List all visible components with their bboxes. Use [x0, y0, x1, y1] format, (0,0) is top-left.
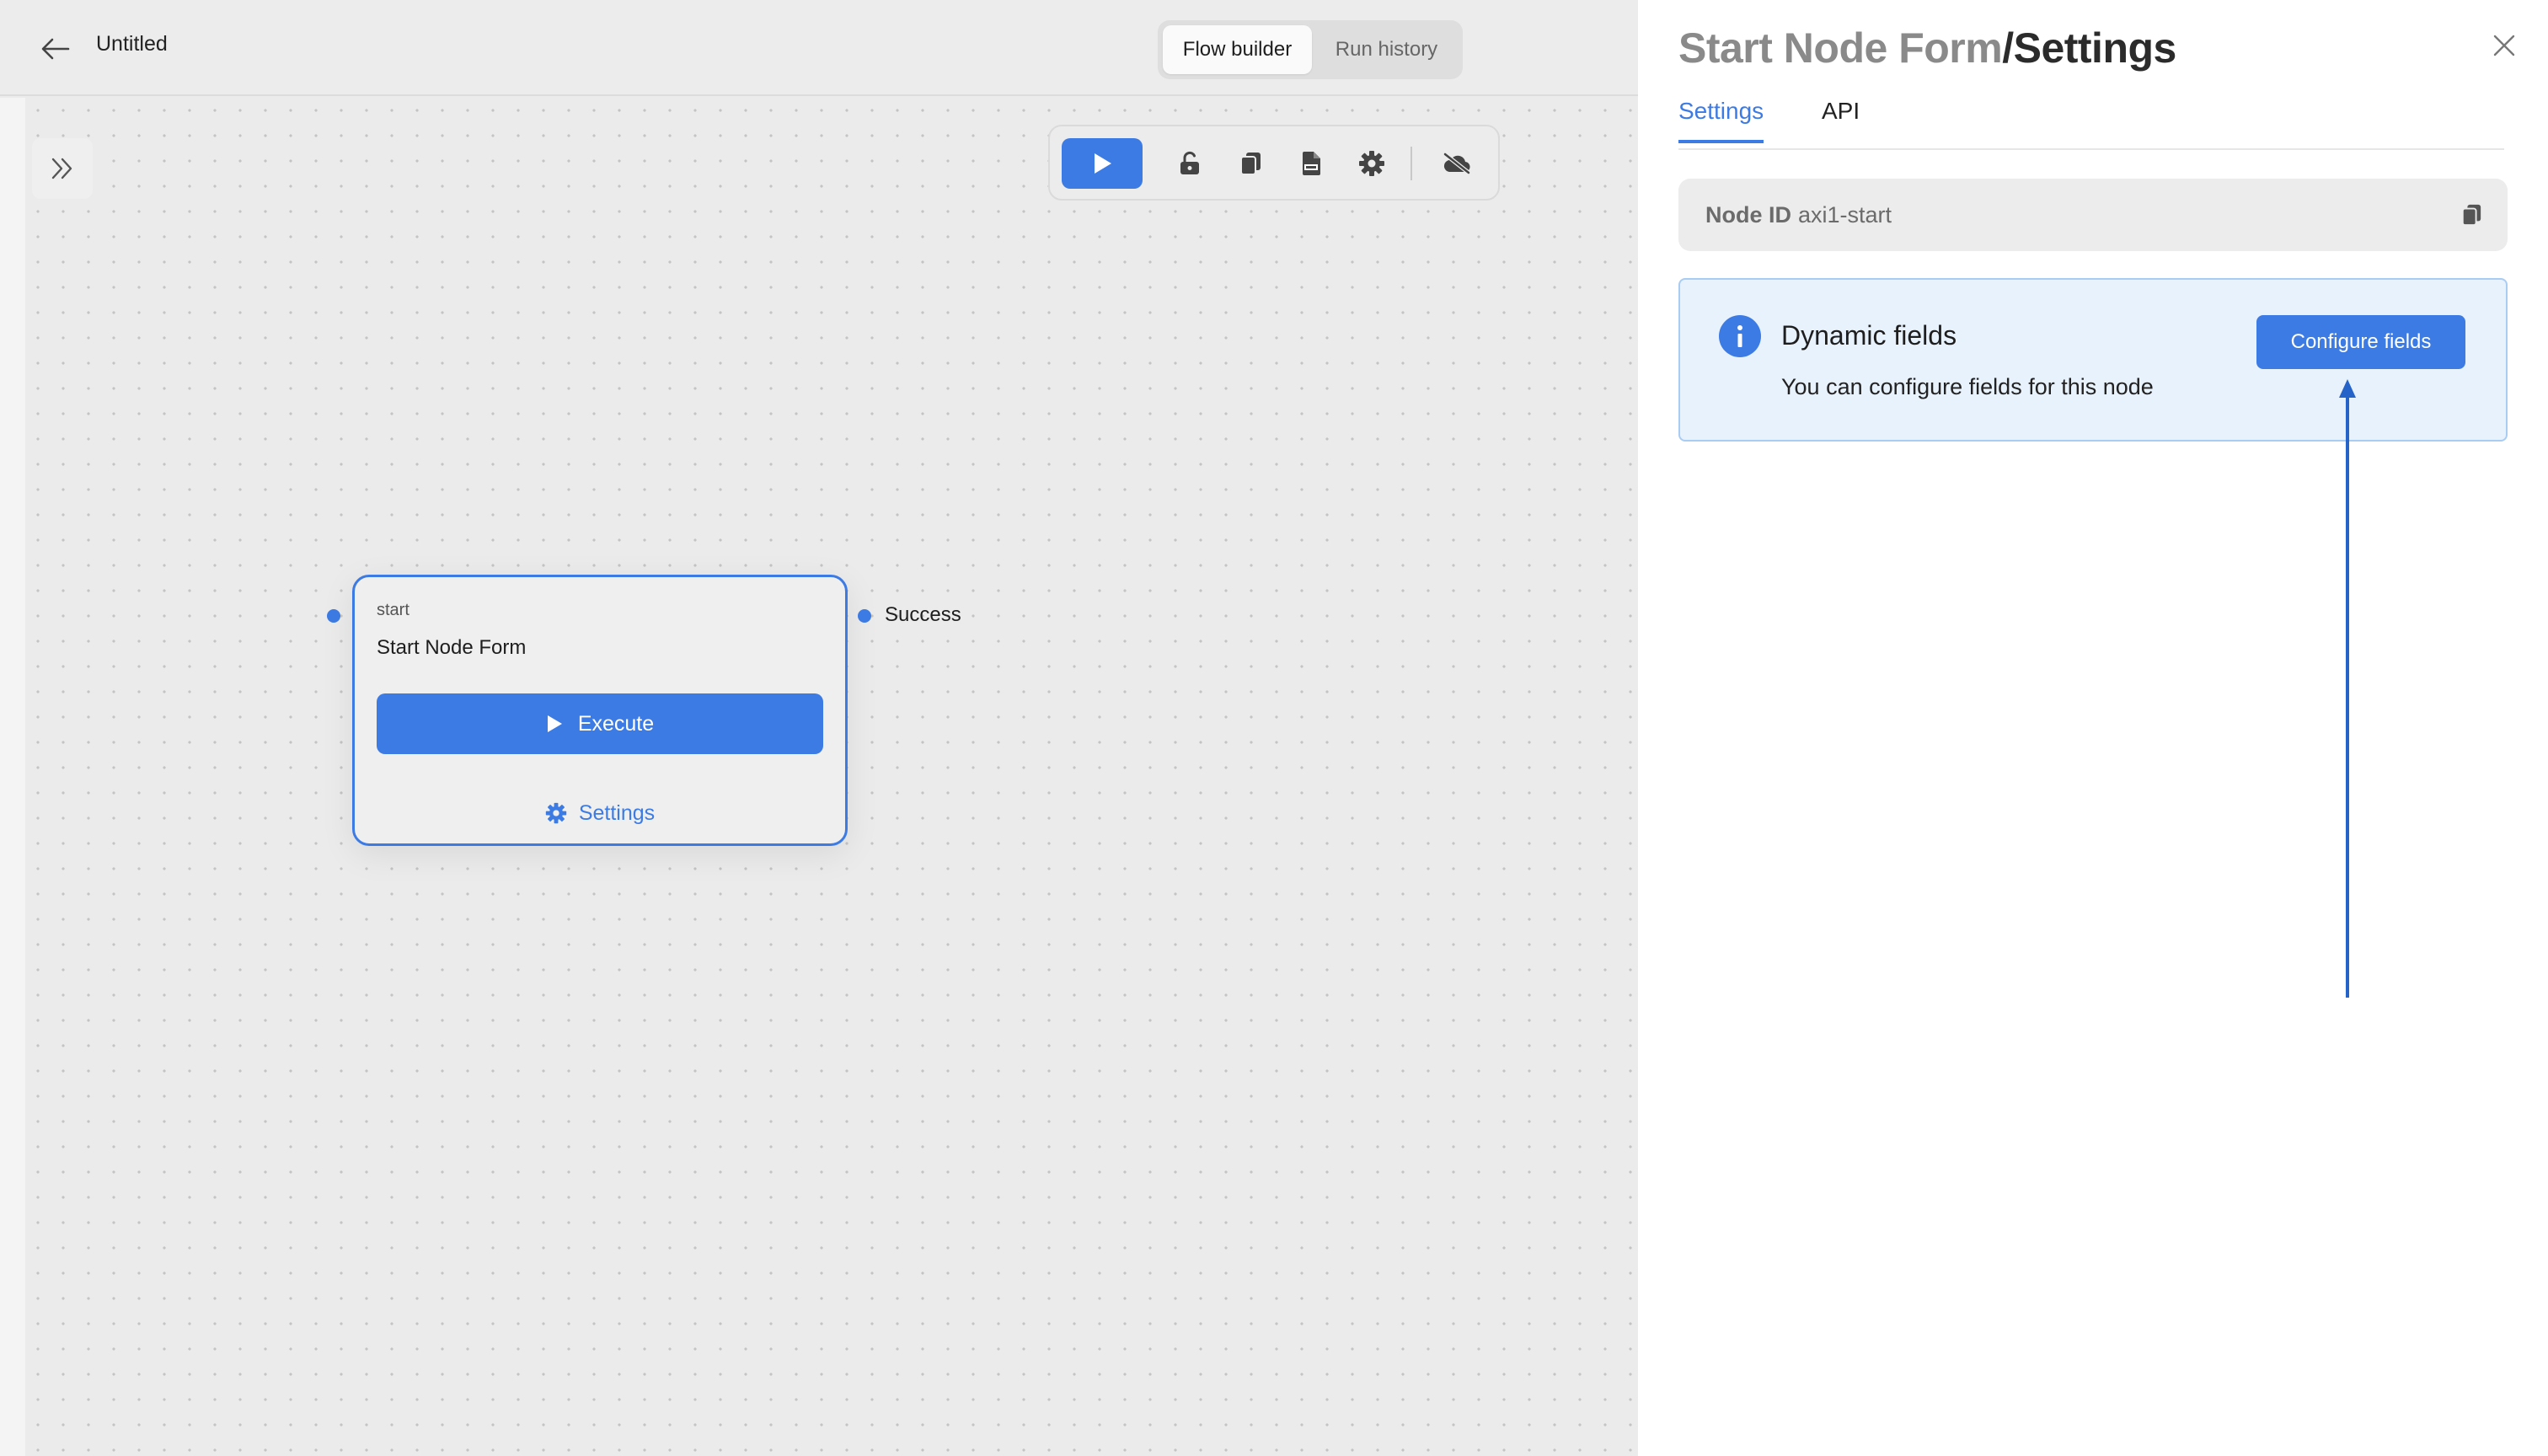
dynamic-fields-title: Dynamic fields: [1781, 320, 1957, 351]
execute-button[interactable]: Execute: [377, 693, 823, 754]
copy-icon: [1240, 153, 1261, 175]
node-name: Start Node Form: [377, 636, 527, 659]
logs-button[interactable]: [1286, 138, 1336, 189]
canvas-toolbar: [1048, 125, 1500, 201]
node-id-value: axi1-start: [1798, 202, 1892, 228]
play-icon: [547, 715, 562, 732]
info-icon: [1719, 315, 1761, 357]
tab-settings[interactable]: Settings: [1678, 98, 1764, 143]
top-bar: Untitled Flow builder Run history: [0, 0, 1638, 96]
copy-icon: [2461, 204, 2481, 226]
log-file-icon: [1303, 152, 1320, 175]
panel-title-section: /Settings: [2002, 24, 2176, 72]
node-type-label: start: [377, 601, 410, 619]
panel-tabs: Settings API: [1678, 94, 2504, 150]
node-settings-link[interactable]: Settings: [355, 796, 845, 830]
close-icon: [2493, 35, 2515, 56]
node-settings-label: Settings: [578, 800, 656, 825]
play-icon: [1095, 153, 1111, 174]
node-input-handle[interactable]: [327, 609, 340, 623]
gear-icon: [545, 802, 567, 824]
close-panel-button[interactable]: [2487, 29, 2521, 62]
flow-node-start[interactable]: start Start Node Form Execute Settings: [352, 575, 848, 846]
duplicate-button[interactable]: [1225, 138, 1276, 189]
annotation-arrow-up-icon: [2339, 379, 2356, 998]
mode-switch: Flow builder Run history: [1158, 20, 1463, 79]
hide-button[interactable]: [1427, 138, 1486, 189]
node-output-handle[interactable]: [858, 609, 871, 623]
cloud-off-icon: [1443, 152, 1471, 175]
dynamic-fields-callout: Dynamic fields You can configure fields …: [1678, 278, 2508, 442]
arrow-left-icon: [41, 38, 70, 60]
gear-icon: [1359, 151, 1384, 176]
flow-title[interactable]: Untitled: [96, 32, 168, 56]
node-settings-panel: Start Node Form/Settings Settings API No…: [1638, 0, 2548, 1456]
node-id-label: Node ID: [1705, 202, 1792, 228]
lock-button[interactable]: [1164, 138, 1215, 189]
unlock-icon: [1180, 151, 1199, 174]
output-label-success: Success: [885, 603, 961, 626]
flow-settings-button[interactable]: [1346, 138, 1397, 189]
back-button[interactable]: [37, 34, 74, 64]
canvas-left-gutter: [0, 98, 25, 1456]
canvas-area: Untitled Flow builder Run history start …: [0, 0, 1638, 1456]
tab-flow-builder[interactable]: Flow builder: [1163, 25, 1312, 74]
tab-run-history[interactable]: Run history: [1315, 25, 1458, 74]
chevrons-right-icon: [51, 158, 72, 179]
configure-fields-button[interactable]: Configure fields: [2256, 315, 2465, 369]
copy-node-id-button[interactable]: [2457, 201, 2486, 229]
tab-api[interactable]: API: [1822, 98, 1860, 140]
panel-title: Start Node Form/Settings: [1678, 24, 2176, 72]
expand-sidebar-button[interactable]: [32, 138, 93, 199]
run-flow-button[interactable]: [1062, 138, 1143, 189]
toolbar-divider: [1410, 147, 1412, 180]
execute-label: Execute: [577, 711, 655, 736]
panel-title-node: Start Node Form: [1678, 24, 2003, 72]
dynamic-fields-description: You can configure fields for this node: [1781, 374, 2154, 399]
node-id-field: Node ID axi1-start: [1678, 179, 2508, 251]
